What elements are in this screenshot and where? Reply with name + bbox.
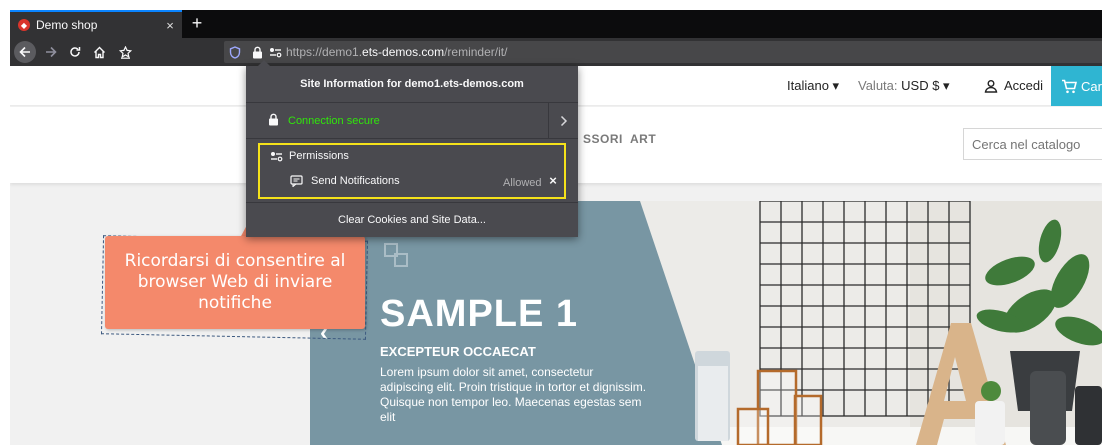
user-icon	[984, 79, 998, 93]
url-path: /reminder/it/	[444, 45, 508, 59]
language-selector[interactable]: Italiano ▾	[787, 78, 839, 94]
login-label: Accedi	[1004, 78, 1044, 93]
hero-slider: ‹ SAMPLE 1 EXCEPTEUR OCCAECAT Lorem ipsu…	[310, 201, 1102, 445]
cart-button[interactable]: Carrello	[1051, 66, 1102, 106]
remove-permission-button[interactable]: ×	[546, 173, 560, 188]
slide-description: Lorem ipsum dolor sit amet, consectetur …	[380, 365, 647, 424]
permission-state: Allowed	[503, 177, 542, 189]
currency-selector[interactable]: Valuta: USD $ ▾	[858, 78, 950, 94]
chevron-right-icon	[560, 115, 567, 127]
site-information-panel: Site Information for demo1.ets-demos.com…	[246, 60, 578, 237]
connection-row[interactable]: Connection secure	[246, 103, 578, 139]
catalog-search-input[interactable]	[963, 128, 1102, 160]
menu-item-art[interactable]: ART	[630, 132, 656, 146]
browser-window: ◆ Demo shop × + https://demo1.ets-demos.…	[10, 10, 1102, 445]
permissions-icon	[271, 151, 283, 161]
currency-value: USD $ ▾	[901, 78, 950, 93]
permissions-heading: Permissions	[270, 150, 349, 162]
login-link[interactable]: Accedi	[984, 78, 1043, 93]
cart-label: Carrello	[1081, 78, 1102, 94]
address-bar[interactable]: https://demo1.ets-demos.com/reminder/it/	[224, 41, 1102, 63]
url-text[interactable]: https://demo1.ets-demos.com/reminder/it/	[286, 45, 507, 59]
permission-row-notifications: Send Notifications	[290, 175, 400, 187]
currency-label: Valuta:	[858, 78, 898, 93]
connection-details-button[interactable]	[548, 103, 578, 139]
clear-cookies-button[interactable]: Clear Cookies and Site Data...	[246, 203, 578, 237]
slide-subtitle: EXCEPTEUR OCCAECAT	[380, 344, 536, 359]
permissions-heading-label: Permissions	[289, 150, 349, 162]
shopping-cart-icon	[1062, 79, 1077, 93]
slide-title: SAMPLE 1	[380, 293, 579, 335]
slide-logo-decoration	[384, 243, 408, 267]
connection-status: Connection secure	[288, 115, 380, 127]
menu-item-accessories[interactable]: SSORI	[583, 132, 623, 146]
panel-title: Site Information for demo1.ets-demos.com	[246, 66, 578, 103]
callout-text: Ricordarsi di consentire al browser Web …	[124, 251, 346, 313]
permission-name: Send Notifications	[311, 175, 400, 187]
url-domain: ets-demos.com	[362, 45, 445, 59]
secure-lock-icon	[269, 113, 278, 126]
notification-message-icon	[290, 175, 303, 187]
